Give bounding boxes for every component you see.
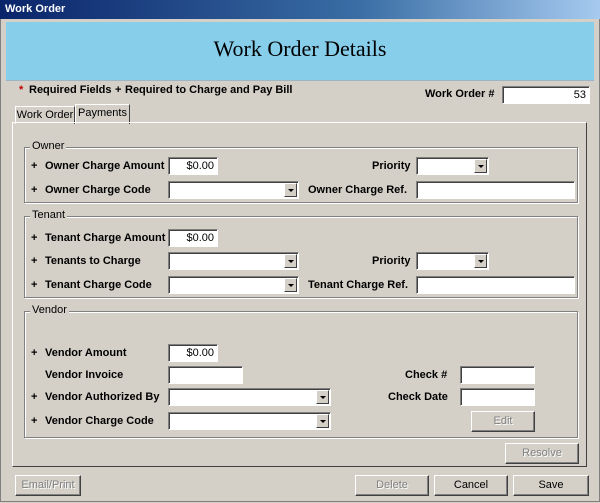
vendor-amount-field[interactable]: $0.00 [168,344,218,362]
owner-charge-amount-field[interactable]: $0.00 [168,157,218,175]
charge-marker: + [31,279,38,291]
save-button[interactable]: Save [513,475,589,496]
tenant-charge-code-label: Tenant Charge Code [45,279,152,291]
check-date-label: Check Date [388,391,448,403]
work-order-number-field[interactable]: 53 [502,86,590,104]
tenant-charge-ref-field[interactable] [416,276,575,294]
edit-button[interactable]: Edit [471,411,535,432]
tenant-charge-ref-label: Tenant Charge Ref. [308,279,409,291]
vendor-authorized-by-label: Vendor Authorized By [45,391,160,403]
chevron-down-icon[interactable] [284,278,297,292]
tenant-charge-code-select[interactable] [168,276,299,294]
charge-marker: + [31,415,38,427]
charge-marker: + [115,84,122,96]
charge-required-label: Required to Charge and Pay Bill [125,84,293,96]
chevron-down-icon[interactable] [284,183,297,197]
email-print-button[interactable]: Email/Print [15,475,81,496]
chevron-down-icon[interactable] [474,254,487,268]
work-order-number-label: Work Order # [425,88,495,100]
owner-priority-select[interactable] [416,157,489,175]
owner-charge-ref-label: Owner Charge Ref. [308,184,408,196]
tenants-to-charge-select[interactable] [168,252,299,270]
required-marker: * [19,84,24,96]
vendor-charge-code-select[interactable] [168,412,331,430]
page-header: Work Order Details [6,22,594,81]
chevron-down-icon[interactable] [284,254,297,268]
page-title: Work Order Details [213,36,387,61]
check-number-label: Check # [405,369,448,381]
tenant-priority-label: Priority [372,255,411,267]
delete-button[interactable]: Delete [355,475,429,496]
tenant-charge-amount-label: Tenant Charge Amount [45,232,166,244]
owner-charge-code-label: Owner Charge Code [45,184,151,196]
vendor-amount-label: Vendor Amount [45,347,127,359]
charge-marker: + [31,255,38,267]
chevron-down-icon[interactable] [316,414,329,428]
required-fields-label: Required Fields [29,84,112,96]
check-number-field[interactable] [460,366,535,384]
tab-payments[interactable]: Payments [75,104,130,124]
vendor-charge-code-label: Vendor Charge Code [45,415,154,427]
owner-charge-code-select[interactable] [168,181,299,199]
charge-marker: + [31,347,38,359]
charge-marker: + [31,232,38,244]
window-titlebar: Work Order [0,0,600,19]
chevron-down-icon[interactable] [474,159,487,173]
tenant-priority-select[interactable] [416,252,489,270]
vendor-invoice-label: Vendor Invoice [45,369,124,381]
owner-charge-amount-label: Owner Charge Amount [45,160,165,172]
resolve-button[interactable]: Resolve [505,443,579,464]
charge-marker: + [31,184,38,196]
charge-marker: + [31,391,38,403]
vendor-group-label: Vendor [30,304,69,316]
tenant-charge-amount-field[interactable]: $0.00 [168,229,218,247]
tenants-to-charge-label: Tenants to Charge [45,255,141,267]
check-date-field[interactable] [460,388,535,406]
charge-marker: + [31,160,38,172]
cancel-button[interactable]: Cancel [434,475,508,496]
vendor-authorized-by-select[interactable] [168,388,331,406]
tenant-group-label: Tenant [30,209,68,221]
owner-group-label: Owner [30,140,67,152]
owner-priority-label: Priority [372,160,411,172]
vendor-invoice-field[interactable] [168,366,243,384]
chevron-down-icon[interactable] [316,390,329,404]
owner-charge-ref-field[interactable] [416,181,575,199]
window-title: Work Order [5,3,66,15]
